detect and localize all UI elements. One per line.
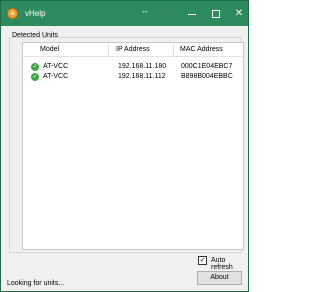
vhelp-window: vHelp ↔ ✕ Detected Units Model IP Addres… bbox=[0, 0, 249, 292]
minimize-button[interactable] bbox=[179, 1, 205, 26]
check-circle-icon: ✓ bbox=[31, 73, 39, 81]
auto-refresh-checkbox[interactable]: ✓ bbox=[198, 256, 207, 265]
column-separator[interactable] bbox=[108, 43, 109, 57]
model-cell: AT-VCC bbox=[43, 73, 69, 80]
list-header: Model IP Address MAC Address bbox=[23, 43, 243, 57]
auto-refresh-label[interactable]: Auto refresh bbox=[211, 257, 248, 271]
window-title: vHelp bbox=[25, 9, 46, 18]
move-cursor-icon: ↔ bbox=[141, 6, 149, 15]
model-cell: AT-VCC bbox=[43, 63, 69, 70]
minimize-icon bbox=[188, 14, 196, 15]
mac-cell: B898B004EBBC bbox=[181, 73, 233, 80]
column-header-ip[interactable]: IP Address bbox=[116, 46, 150, 53]
mac-cell: 000C1E04EBC7 bbox=[181, 63, 233, 70]
about-button[interactable]: About bbox=[197, 271, 242, 285]
app-icon bbox=[7, 8, 18, 19]
column-header-model[interactable]: Model bbox=[40, 46, 59, 53]
maximize-icon bbox=[212, 9, 220, 18]
title-bar[interactable]: vHelp ↔ ✕ bbox=[1, 1, 248, 26]
detected-units-label: Detected Units bbox=[12, 32, 58, 39]
close-button[interactable]: ✕ bbox=[226, 1, 252, 26]
close-icon: ✕ bbox=[234, 8, 244, 19]
column-header-mac[interactable]: MAC Address bbox=[180, 46, 223, 53]
table-row[interactable]: ✓ AT-VCC 192.168.11.180 000C1E04EBC7 bbox=[23, 62, 243, 72]
column-separator[interactable] bbox=[173, 43, 174, 57]
check-circle-icon: ✓ bbox=[31, 63, 39, 71]
status-text: Looking for units... bbox=[7, 280, 65, 287]
ip-cell: 192.168.11.112 bbox=[118, 73, 166, 80]
table-row[interactable]: ✓ AT-VCC 192.168.11.112 B898B004EBBC bbox=[23, 72, 243, 82]
ip-cell: 192.168.11.180 bbox=[118, 63, 167, 70]
units-list[interactable]: Model IP Address MAC Address ✓ AT-VCC 19… bbox=[22, 42, 244, 250]
